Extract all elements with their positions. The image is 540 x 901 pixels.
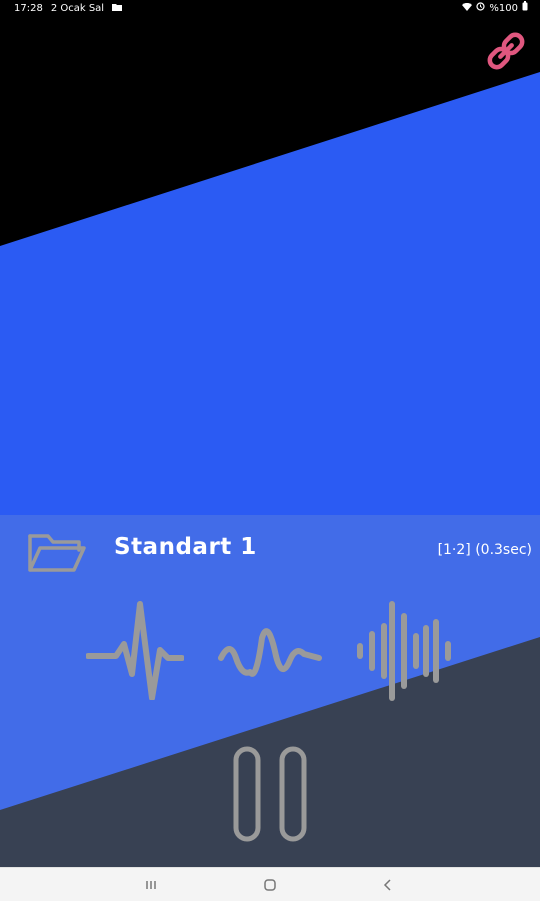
status-bar: 17:28 2 Ocak Sal %100 <box>0 0 540 18</box>
preset-name[interactable]: Standart 1 <box>114 534 257 560</box>
back-icon <box>383 879 391 891</box>
alarm-icon <box>476 0 486 18</box>
status-date: 2 Ocak Sal <box>50 3 105 14</box>
navigation-bar <box>0 867 540 901</box>
home-icon <box>264 879 276 891</box>
wifi-icon <box>462 0 473 18</box>
home-button[interactable] <box>258 876 282 894</box>
sine-wave-icon <box>218 628 322 677</box>
recents-icon <box>146 881 156 889</box>
status-time: 17:28 <box>14 3 43 14</box>
link-icon <box>487 32 525 70</box>
link-button[interactable] <box>484 29 528 73</box>
folder-button[interactable] <box>26 528 88 576</box>
heartbeat-wave-icon <box>85 601 185 701</box>
sine-wave-button[interactable] <box>218 618 322 688</box>
pause-icon <box>233 746 307 842</box>
back-button[interactable] <box>376 876 400 894</box>
audio-wave-button[interactable] <box>352 600 456 702</box>
battery-text: %100 <box>489 3 518 14</box>
pause-button[interactable] <box>230 745 310 843</box>
battery-icon <box>522 0 528 18</box>
folder-notification-icon <box>112 0 123 18</box>
folder-icon <box>28 534 86 572</box>
audio-wave-icon <box>357 601 451 701</box>
recents-button[interactable] <box>139 876 163 894</box>
heartbeat-wave-button[interactable] <box>85 600 185 701</box>
preset-info: [1·2] (0.3sec) <box>437 542 532 558</box>
